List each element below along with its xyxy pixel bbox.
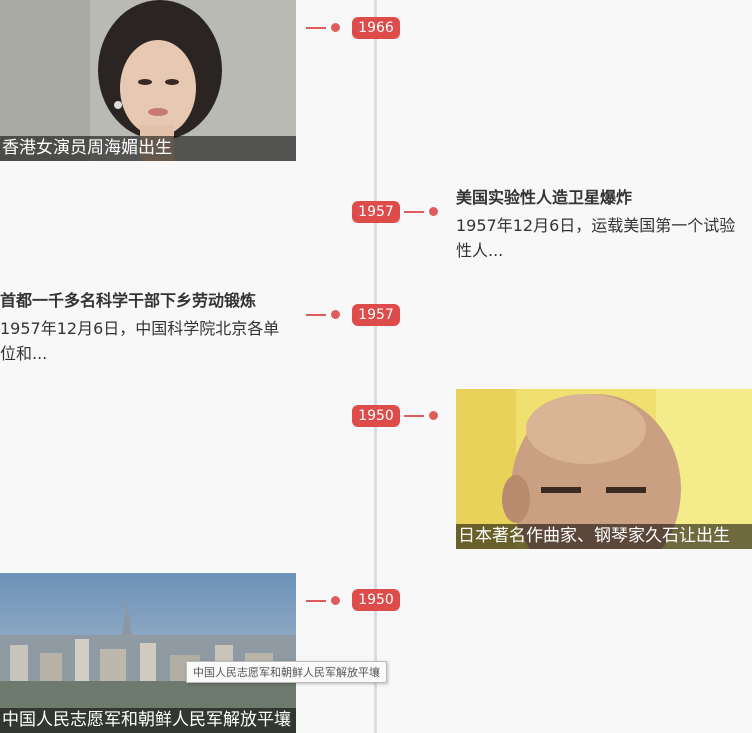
tooltip: 中国人民志愿军和朝鲜人民军解放平壤 — [186, 661, 387, 683]
year-badge: 1950 — [352, 405, 400, 427]
event-card-scientists[interactable]: 首都一千多名科学干部下乡劳动锻炼 1957年12月6日，中国科学院北京各单位和.… — [0, 288, 290, 366]
year-badge: 1957 — [352, 304, 400, 326]
timeline-dot — [331, 310, 340, 319]
connector-line — [404, 211, 424, 213]
timeline-dot — [429, 207, 438, 216]
event-caption: 香港女演员周海媚出生 — [0, 136, 296, 161]
timeline-dot — [429, 411, 438, 420]
event-summary: 1957年12月6日，中国科学院北京各单位和... — [0, 319, 280, 363]
connector-line — [306, 600, 326, 602]
connector-line — [306, 27, 326, 29]
connector-line — [306, 314, 326, 316]
event-title[interactable]: 首都一千多名科学干部下乡劳动锻炼 — [0, 288, 290, 314]
year-badge: 1966 — [352, 17, 400, 39]
year-badge: 1950 — [352, 589, 400, 611]
event-caption: 中国人民志愿军和朝鲜人民军解放平壤 — [0, 708, 296, 733]
event-summary: 1957年12月6日，运载美国第一个试验性人... — [456, 216, 736, 260]
event-photo-pyongyang[interactable]: 中国人民志愿军和朝鲜人民军解放平壤 — [0, 573, 296, 733]
timeline-axis — [374, 0, 377, 733]
event-title[interactable]: 美国实验性人造卫星爆炸 — [456, 185, 746, 211]
event-caption: 日本著名作曲家、钢琴家久石让出生 — [456, 524, 752, 549]
event-card-satellite[interactable]: 美国实验性人造卫星爆炸 1957年12月6日，运载美国第一个试验性人... — [456, 185, 746, 263]
event-photo-composer[interactable]: 日本著名作曲家、钢琴家久石让出生 — [456, 389, 752, 549]
year-badge: 1957 — [352, 201, 400, 223]
event-photo-actress[interactable]: 香港女演员周海媚出生 — [0, 0, 296, 161]
timeline-dot — [331, 23, 340, 32]
timeline-dot — [331, 596, 340, 605]
connector-line — [404, 415, 424, 417]
